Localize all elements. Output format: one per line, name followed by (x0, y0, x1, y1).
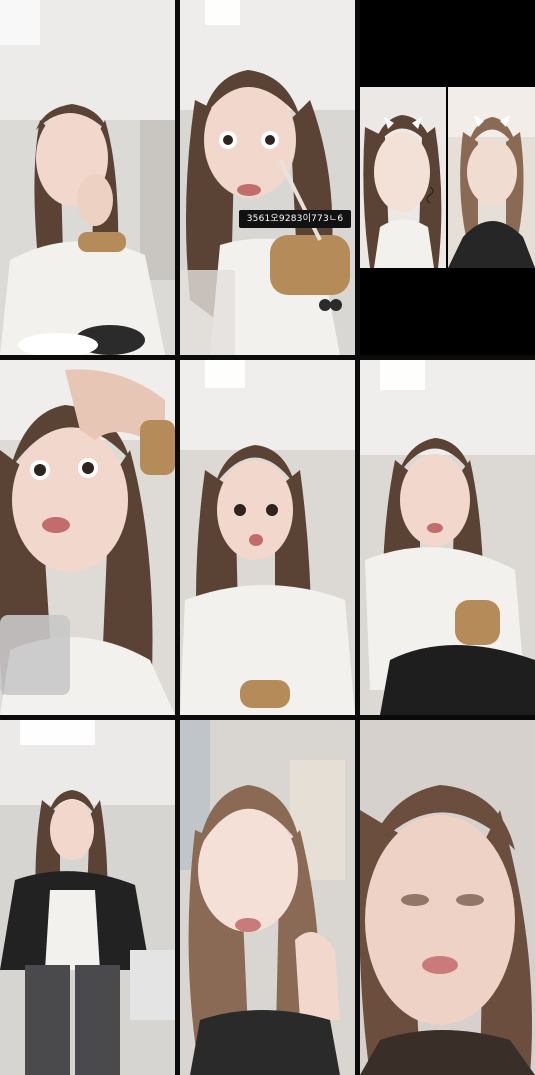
tile-7-photo[interactable] (0, 720, 175, 1075)
tile-6-photo[interactable] (360, 360, 535, 715)
tile-2-illustration (180, 0, 355, 355)
tile-8-photo[interactable] (180, 720, 355, 1075)
tile-9-photo[interactable] (360, 720, 535, 1075)
tile-5-photo[interactable] (180, 360, 355, 715)
tile-4-photo[interactable] (0, 360, 175, 715)
photo-grid: 3561오9283이773ㄴ6 (0, 0, 535, 1075)
tile-3-photo[interactable] (360, 0, 535, 355)
tile-9-illustration (360, 720, 535, 1075)
tile-4-illustration (0, 360, 175, 715)
tile-5-illustration (180, 360, 355, 715)
tile-1-photo[interactable] (0, 0, 175, 355)
tile-1-illustration (0, 0, 175, 355)
tile-6-illustration (360, 360, 535, 715)
tile-3-left-frame (360, 87, 446, 268)
caption-text: 3561오9283이773ㄴ6 (239, 210, 351, 228)
tile-7-illustration (0, 720, 175, 1075)
tile-2-photo[interactable]: 3561오9283이773ㄴ6 (180, 0, 355, 355)
tile-8-illustration (180, 720, 355, 1075)
tile-3-right-frame (448, 87, 535, 268)
